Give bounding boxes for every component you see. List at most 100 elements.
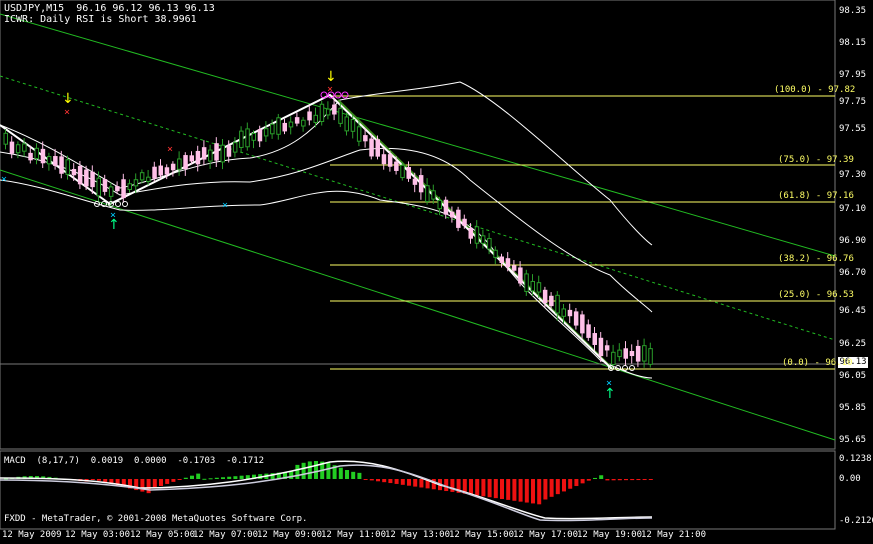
candle-body: [561, 308, 566, 317]
macd-bar: [475, 479, 480, 496]
price-axis-label: 96.05: [839, 371, 867, 381]
candles: [3, 97, 653, 369]
sell-arrow-icon: ↓: [62, 91, 74, 107]
fib-label-25: (25.0) - 96.53: [778, 290, 854, 300]
candle-body: [201, 147, 207, 160]
candle-body: [567, 309, 573, 317]
candle-body: [115, 186, 120, 192]
macd-bar: [239, 475, 244, 479]
macd-bar: [611, 479, 616, 481]
macd-bar: [196, 473, 201, 479]
macd-bar: [419, 479, 424, 488]
candle-body: [40, 148, 46, 164]
candle-body: [449, 211, 455, 218]
candle-body: [456, 209, 461, 228]
macd-bar: [531, 479, 535, 504]
macd-bar: [537, 479, 542, 505]
macd-axis-high: 0.1238: [839, 454, 872, 464]
macd-bar: [518, 479, 523, 502]
macd-bar: [481, 479, 486, 497]
candle-body: [127, 183, 132, 191]
candle-body: [332, 104, 337, 115]
candle-body: [580, 314, 585, 334]
candle-body: [183, 155, 188, 170]
macd-bar: [493, 479, 498, 499]
candle-body: [437, 200, 442, 210]
price-axis-label: 97.55: [839, 124, 867, 134]
macd-bar: [382, 479, 387, 483]
cross-icon: ×: [222, 200, 228, 211]
macd-bar: [289, 471, 294, 479]
time-axis-label: 12 May 2009: [2, 530, 62, 540]
cross-icon: ×: [606, 378, 612, 389]
chart-header-symbol: USDJPY,M15 96.16 96.12 96.13 96.13: [4, 3, 215, 14]
candle-body: [301, 119, 306, 127]
candle-body: [462, 218, 467, 226]
candle-body: [77, 165, 83, 185]
macd-bar: [487, 479, 492, 498]
time-axis-label: 12 May 11:00: [321, 530, 387, 540]
candle-body: [623, 348, 628, 359]
candle-body: [536, 282, 542, 293]
candle-body: [611, 351, 616, 365]
macd-bar: [469, 479, 473, 495]
candle-body: [344, 116, 349, 132]
macd-bar: [642, 479, 647, 481]
candle-body: [22, 143, 27, 152]
candle-body: [524, 273, 529, 292]
macd-bar: [190, 475, 194, 479]
candle-body: [425, 185, 430, 203]
cross-icon: ×: [327, 84, 333, 95]
macd-bar: [351, 471, 356, 479]
candle-body: [319, 103, 325, 122]
candle-body: [90, 171, 95, 188]
candle-body: [245, 128, 250, 148]
macd-bar: [357, 472, 362, 479]
candle-body: [518, 267, 523, 284]
candle-body: [443, 199, 449, 215]
candle-body: [189, 155, 194, 162]
candle-body: [375, 139, 380, 157]
macd-bar: [617, 479, 622, 481]
cross-icon: ×: [64, 107, 70, 118]
candle-body: [499, 256, 504, 263]
candle-body: [59, 156, 64, 174]
fib-label-0: (0.0) - 96.10: [782, 358, 853, 368]
candle-body: [350, 119, 356, 132]
time-axis-label: 12 May 21:00: [641, 530, 707, 540]
candle-body: [208, 149, 213, 162]
channel-mid: [0, 75, 836, 341]
price-axis-label: 96.90: [839, 236, 867, 246]
macd-bar: [177, 479, 182, 480]
candle-body: [542, 289, 548, 304]
chart-header-indicator: ICWR: Daily RSI is Short 38.9961: [4, 14, 197, 25]
channel-upper: [0, 13, 836, 257]
candle-body: [369, 138, 374, 157]
candle-body: [84, 169, 89, 187]
candle-body: [282, 122, 287, 132]
candle-body: [642, 345, 647, 362]
candle-body: [474, 226, 480, 244]
candle-body: [239, 130, 244, 148]
macd-bar: [549, 479, 554, 497]
candle-body: [28, 152, 33, 161]
time-axis-label: 12 May 05:00: [130, 530, 196, 540]
candle-body: [418, 175, 424, 193]
time-axis-label: 12 May 17:00: [513, 530, 579, 540]
candle-body: [493, 249, 498, 258]
candle-body: [139, 172, 145, 181]
candle-body: [152, 166, 157, 179]
macd-bar: [500, 479, 504, 499]
candle-body: [431, 190, 436, 200]
macd-bar: [227, 476, 232, 479]
candle-body: [487, 238, 492, 250]
candle-body: [325, 108, 331, 116]
fib-label-38-2: (38.2) - 96.76: [778, 254, 854, 264]
macd-bar: [165, 479, 170, 484]
macd-bar: [208, 478, 213, 480]
candle-body: [65, 159, 70, 175]
price-axis-label: 95.65: [839, 435, 867, 445]
candle-body: [251, 132, 256, 141]
macd-bar: [159, 479, 163, 486]
macd-bar: [580, 479, 585, 484]
